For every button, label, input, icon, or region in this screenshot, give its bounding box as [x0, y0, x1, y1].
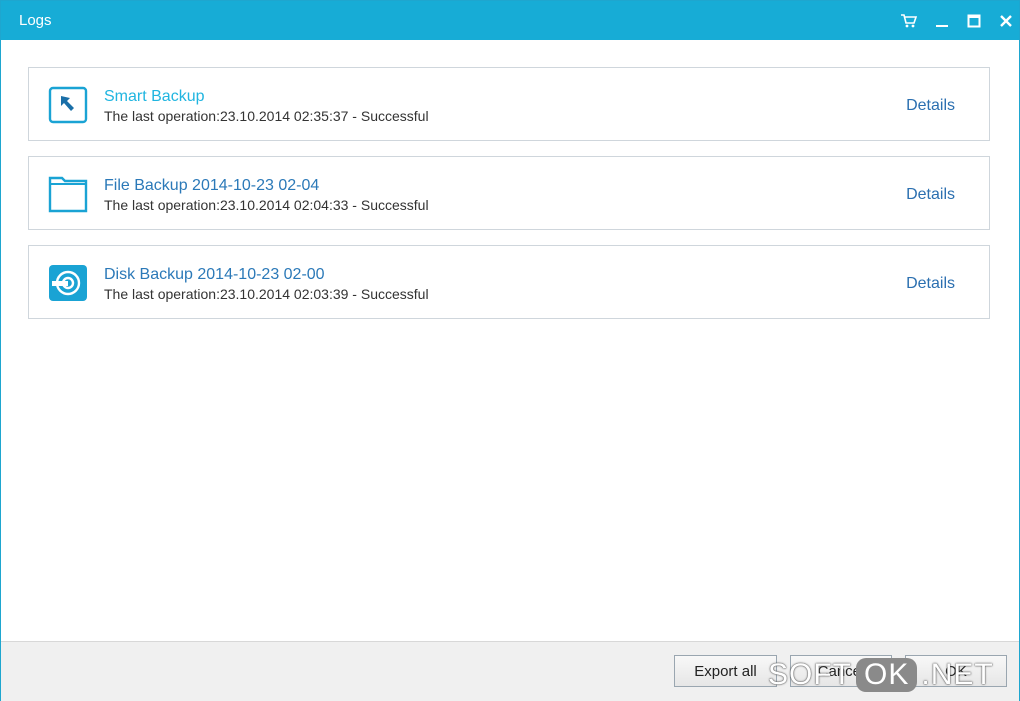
smart-backup-icon	[48, 86, 88, 124]
details-link[interactable]: Details	[906, 186, 955, 204]
minimize-icon[interactable]	[931, 10, 953, 32]
title-bar[interactable]: Logs	[1, 1, 1019, 40]
details-link[interactable]: Details	[906, 97, 955, 115]
maximize-icon[interactable]	[963, 10, 985, 32]
details-link[interactable]: Details	[906, 275, 955, 293]
log-item-smart-backup[interactable]: Smart Backup The last operation:23.10.20…	[28, 67, 990, 141]
logs-window: Logs Smart Backup The last operation:23.…	[0, 0, 1020, 701]
log-status: The last operation:23.10.2014 02:04:33 -…	[104, 197, 429, 213]
watermark: SOFT OK .NET	[768, 655, 994, 695]
disk-icon	[48, 264, 88, 302]
log-name[interactable]: Disk Backup 2014-10-23 02-00	[104, 266, 325, 284]
logs-list: Smart Backup The last operation:23.10.20…	[1, 41, 1019, 641]
log-status: The last operation:23.10.2014 02:35:37 -…	[104, 108, 429, 124]
log-item-file-backup[interactable]: File Backup 2014-10-23 02-04 The last op…	[28, 156, 990, 230]
log-name[interactable]: File Backup 2014-10-23 02-04	[104, 177, 319, 195]
close-icon[interactable]	[995, 10, 1017, 32]
watermark-text-right: .NET	[921, 658, 994, 691]
window-title: Logs	[19, 12, 52, 29]
watermark-text-mid: OK	[856, 658, 918, 692]
export-all-button[interactable]: Export all	[674, 655, 777, 687]
shopping-cart-icon[interactable]	[898, 10, 920, 32]
log-status: The last operation:23.10.2014 02:03:39 -…	[104, 286, 429, 302]
folder-icon	[48, 175, 88, 213]
watermark-text-left: SOFT	[768, 658, 852, 691]
log-item-disk-backup[interactable]: Disk Backup 2014-10-23 02-00 The last op…	[28, 245, 990, 319]
log-name[interactable]: Smart Backup	[104, 88, 204, 106]
